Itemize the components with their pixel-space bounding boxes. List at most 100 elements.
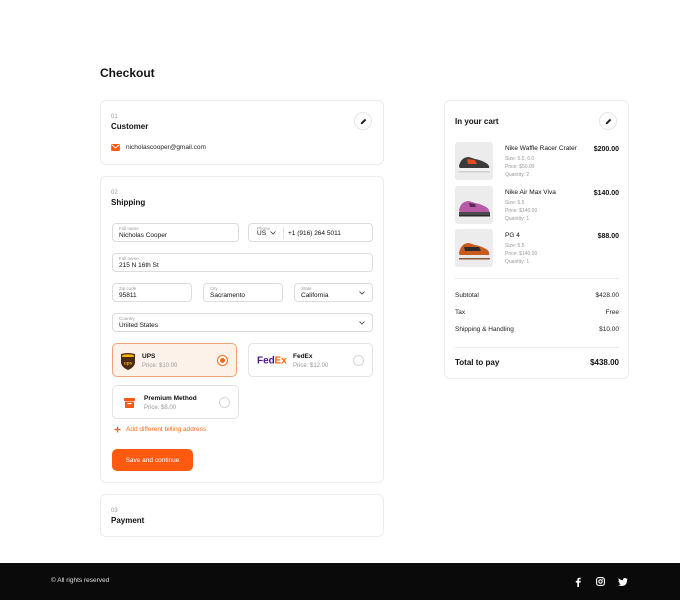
chevron-down-icon [359, 321, 365, 325]
country-label: Country [119, 316, 135, 321]
page-title: Checkout [100, 66, 155, 80]
mail-icon [111, 144, 120, 151]
ups-name: UPS [142, 353, 156, 360]
cart-item-size: Size: 5.5 [505, 200, 525, 206]
address-label: Full name [119, 256, 139, 261]
customer-title: Customer [111, 122, 149, 131]
cart-title: In your cart [455, 117, 499, 126]
fedex-radio[interactable] [353, 355, 364, 366]
country-select[interactable]: Country United States [112, 313, 373, 332]
add-billing-label: Add different billing address [126, 426, 207, 433]
save-and-continue-button[interactable]: Save and continue [112, 449, 193, 471]
twitter-icon[interactable] [617, 576, 628, 587]
chevron-down-icon [359, 291, 365, 295]
cart-item[interactable]: Nike Air Max Viva $140.00 Size: 5.5 Pric… [455, 186, 619, 224]
facebook-icon[interactable] [572, 576, 583, 587]
cart-item-price: $140.00 [593, 190, 619, 197]
phone-divider [283, 227, 284, 239]
premium-name: Premium Method [144, 395, 197, 402]
tax-value: Free [605, 309, 619, 316]
subtotal-label: Subtotal [455, 292, 479, 299]
full-name-field[interactable]: Full name Nicholas Cooper [112, 223, 239, 242]
shipping-option-ups[interactable]: ups UPS Price: $10.00 [112, 343, 237, 377]
cart-item[interactable]: PG 4 $88.00 Size: 5.5 Price: $140.00 Qua… [455, 229, 619, 267]
city-label: City [210, 286, 218, 291]
cart-item-price: $200.00 [593, 146, 619, 153]
cart-item-quantity: Quantity: 1 [505, 216, 530, 222]
cart-item-name: PG 4 [505, 232, 520, 239]
full-name-label: Full name [119, 226, 139, 231]
cart-edit-button[interactable] [599, 112, 617, 130]
customer-card: 01 Customer nicholascooper@gmail.com [100, 100, 384, 165]
payment-card[interactable]: 03 Payment [100, 494, 384, 537]
twitter-icon [617, 577, 628, 586]
cart-item-unit-price: Price: $140.00 [505, 251, 538, 257]
ups-logo-icon: ups [121, 353, 135, 370]
customer-email-row: nicholascooper@gmail.com [111, 144, 206, 151]
full-name-value: Nicholas Cooper [119, 232, 168, 239]
total-divider [455, 347, 619, 348]
customer-edit-button[interactable] [354, 112, 372, 130]
phone-country-code: US [257, 229, 267, 237]
product-image [455, 186, 493, 224]
country-value: United States [119, 322, 159, 329]
shipping-title: Shipping [111, 198, 146, 207]
product-image [455, 229, 493, 267]
svg-text:ups: ups [124, 361, 133, 366]
city-field[interactable]: City Sacramento [203, 283, 283, 302]
box-icon [124, 398, 135, 408]
shipping-option-fedex[interactable]: Fed Ex FedEx Price: $12.00 [248, 343, 373, 377]
fedex-logo-icon: Fed Ex [257, 356, 288, 367]
customer-email: nicholascooper@gmail.com [126, 144, 206, 151]
cart-item-name: Nike Air Max Viva [505, 189, 556, 196]
product-image [455, 142, 493, 180]
payment-step-number: 03 [111, 508, 118, 514]
cart-item-name: Nike Waffle Racer Crater [505, 145, 577, 152]
zip-code-value: 95811 [119, 292, 137, 299]
phone-country-select[interactable]: US [257, 230, 276, 237]
state-label: State [301, 286, 312, 291]
subtotal-value: $428.00 [595, 292, 620, 299]
copyright-text: © All rights reserved [51, 577, 110, 584]
address-field[interactable]: Full name 215 N 16th St [112, 253, 373, 272]
zip-code-field[interactable]: Zip code 95811 [112, 283, 192, 302]
cart-item-size: Size: 5.5 [505, 243, 525, 249]
city-value: Sacramento [210, 292, 246, 299]
tax-label: Tax [455, 309, 466, 316]
total-value: $438.00 [590, 358, 619, 367]
ups-price: Price: $10.00 [142, 363, 178, 369]
ups-radio[interactable] [217, 355, 228, 366]
footer: © All rights reserved [0, 563, 680, 600]
state-select[interactable]: State California [294, 283, 373, 302]
phone-field[interactable]: Phone US +1 (916) 264 5011 [248, 223, 373, 242]
add-billing-address-link[interactable]: Add different billing address [114, 426, 206, 433]
instagram-icon [596, 577, 605, 586]
instagram-icon[interactable] [595, 576, 606, 587]
shipping-step-number: 02 [111, 190, 118, 196]
svg-text:Ex: Ex [275, 356, 288, 367]
sneaker-image-icon [455, 229, 493, 267]
total-label: Total to pay [455, 358, 500, 367]
chevron-down-icon [270, 231, 276, 235]
shipping-option-premium[interactable]: Premium Method Price: $8.00 [112, 385, 239, 419]
cart-item-unit-price: Price: $50.00 [505, 164, 535, 170]
shipping-handling-label: Shipping & Handling [455, 326, 514, 333]
premium-price: Price: $8.00 [144, 405, 177, 411]
zip-code-label: Zip code [119, 286, 137, 291]
cart-item-price: $88.00 [597, 233, 619, 240]
shipping-card: 02 Shipping Full name Nicholas Cooper Ph… [100, 176, 384, 483]
cart-item[interactable]: Nike Waffle Racer Crater $200.00 Size: 5… [455, 142, 619, 180]
pencil-icon [360, 118, 366, 124]
plus-icon [114, 426, 121, 433]
sneaker-image-icon [455, 142, 493, 180]
cart-card: In your cart Nike Waffle Racer Crater $2… [444, 100, 629, 379]
svg-text:Fed: Fed [257, 356, 275, 367]
pencil-icon [605, 118, 611, 124]
sneaker-image-icon [455, 186, 493, 224]
address-value: 215 N 16th St [119, 262, 159, 269]
fedex-name: FedEx [293, 353, 313, 360]
fedex-price: Price: $12.00 [293, 363, 329, 369]
customer-step-number: 01 [111, 114, 118, 120]
premium-radio[interactable] [219, 397, 230, 408]
cart-item-quantity: Quantity: 2 [505, 172, 530, 178]
